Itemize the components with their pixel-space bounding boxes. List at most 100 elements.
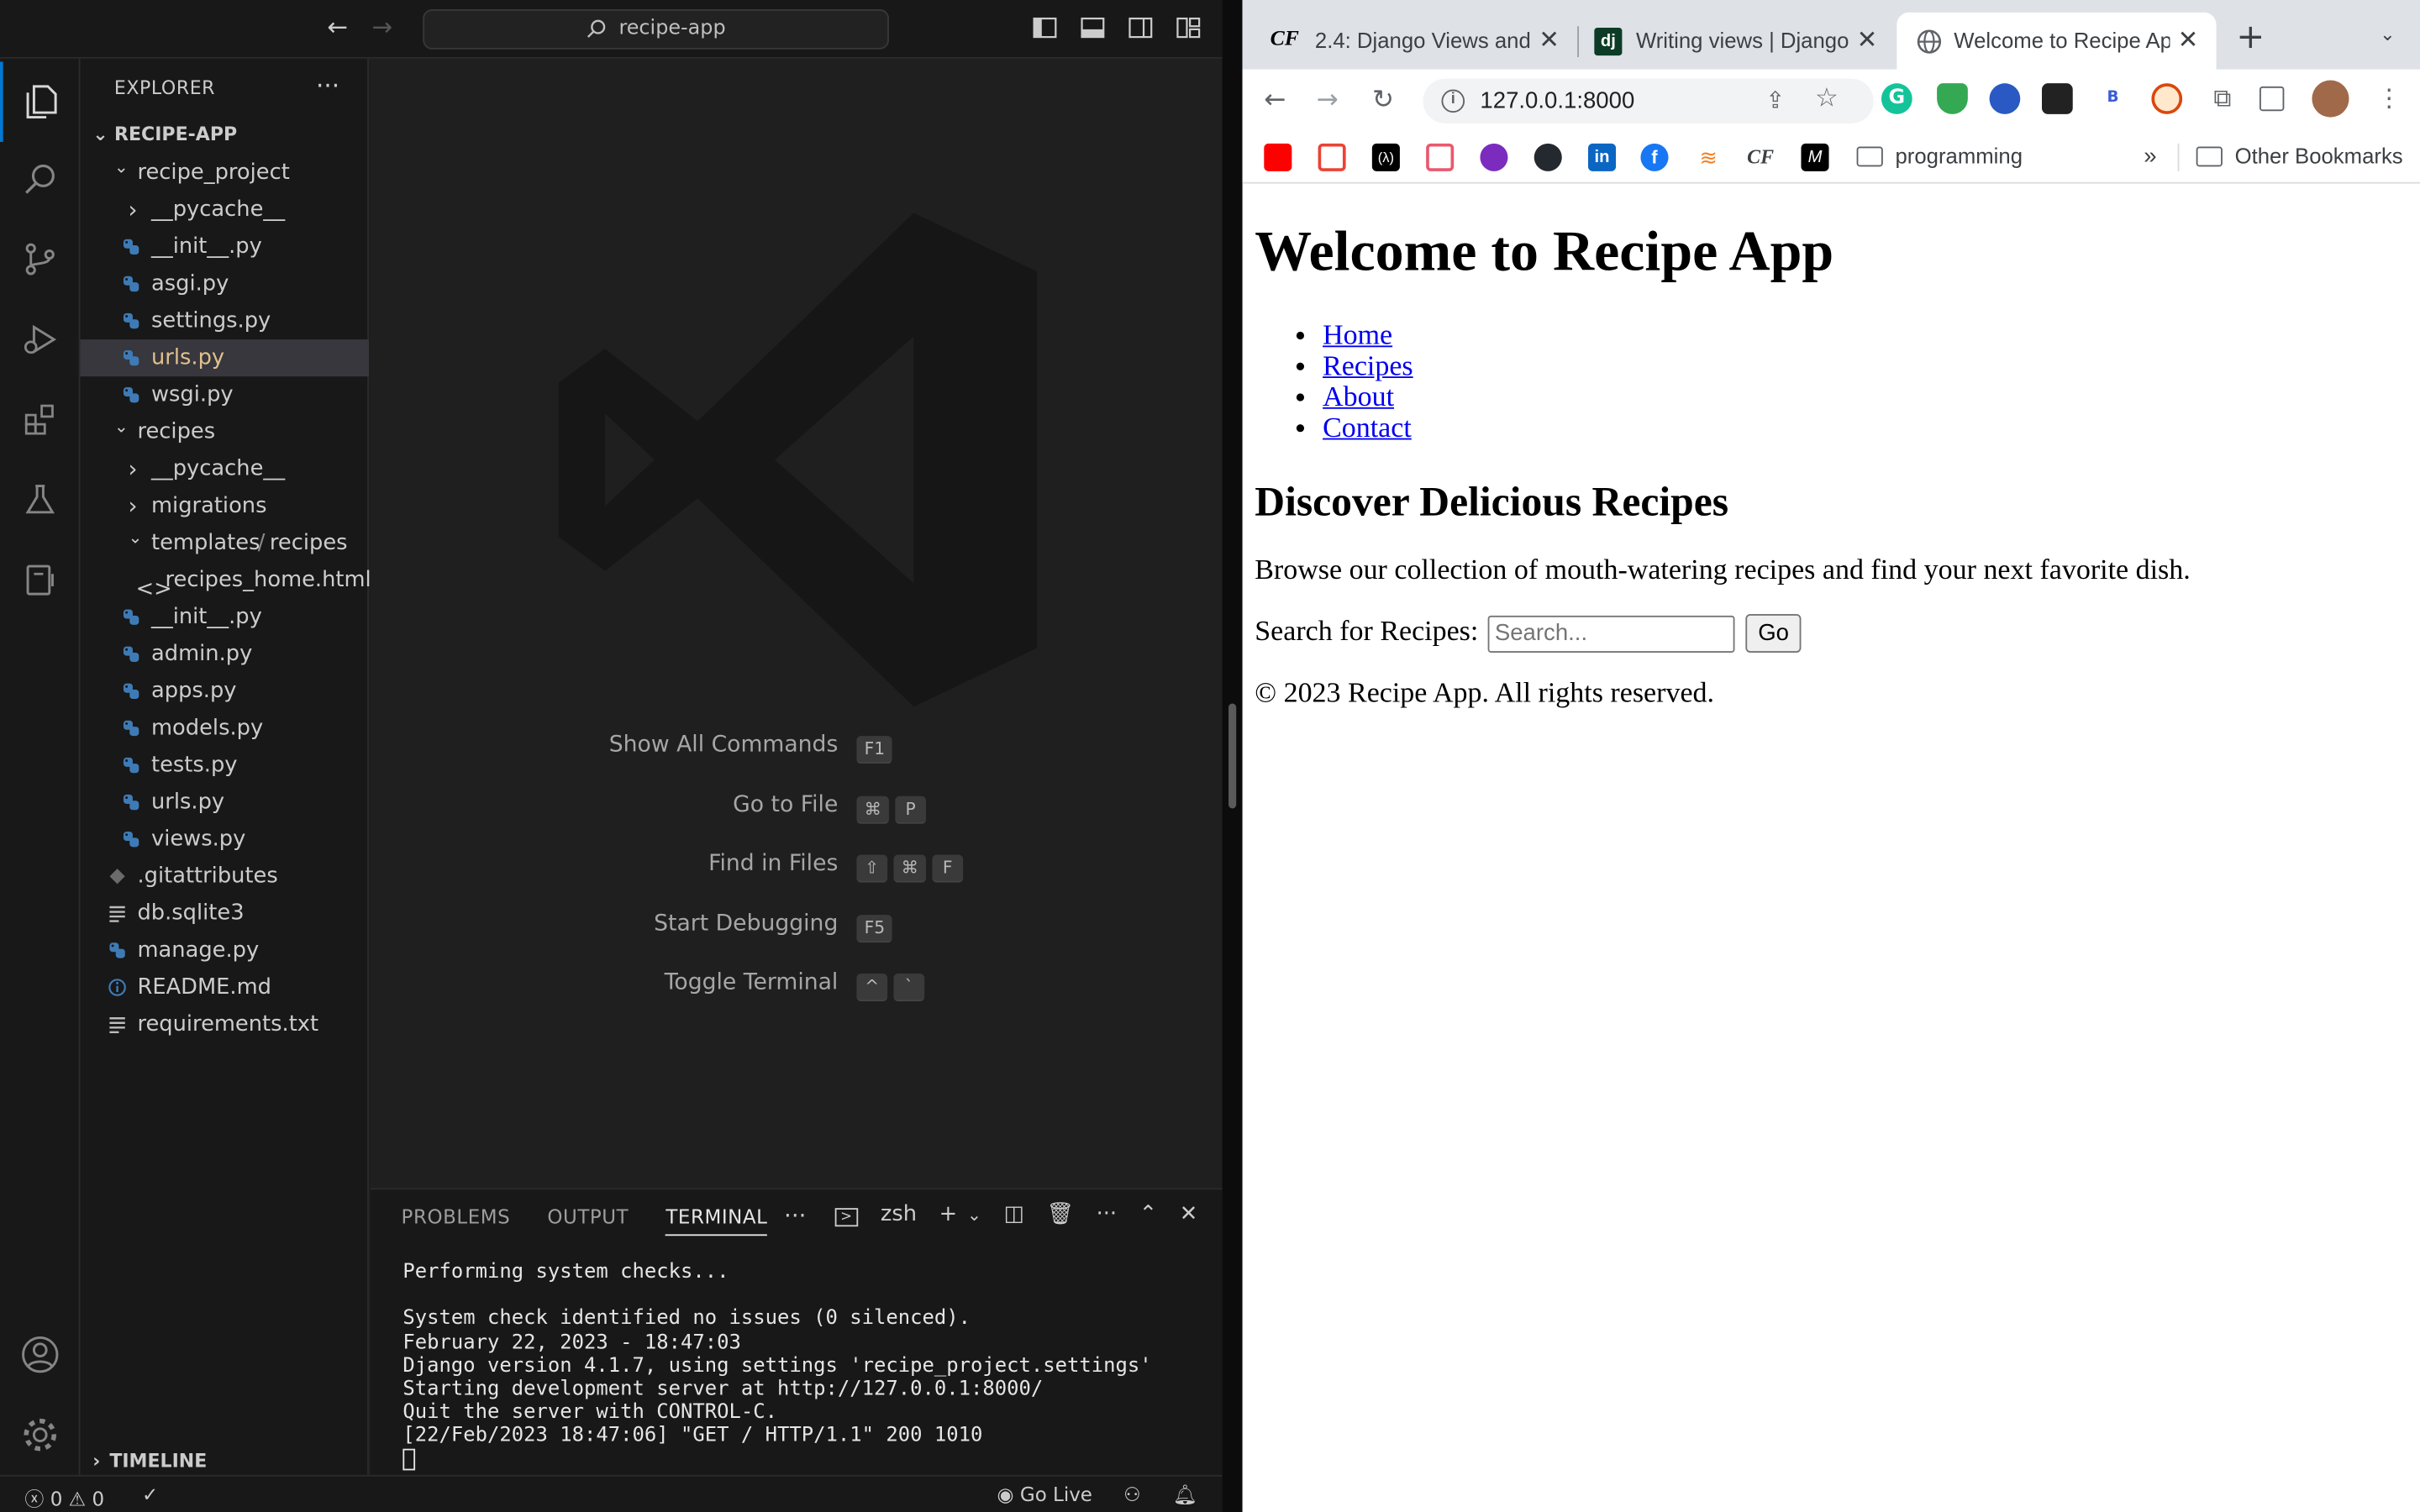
close-icon[interactable]: ✕ [1180, 1202, 1198, 1226]
bookmark-star-icon[interactable]: ☆ [1815, 83, 1839, 114]
cf-bookmark-icon[interactable]: CF [1747, 144, 1775, 171]
folder-item[interactable]: ⌄ recipe_project [81, 155, 369, 192]
b-extension-icon[interactable]: B [2097, 83, 2128, 114]
folder-item[interactable]: ⌄ recipes [81, 413, 369, 450]
back-arrow-icon[interactable]: ← [1264, 85, 1286, 116]
shortcut-item[interactable]: Start Debugging [371, 906, 839, 940]
split-terminal-icon[interactable]: ◫ [1004, 1202, 1024, 1226]
timeline-section[interactable]: › TIMELINE [92, 1451, 207, 1473]
accounts-icon[interactable] [0, 1315, 81, 1395]
file-item[interactable]: __init__.py [81, 228, 369, 265]
file-item[interactable]: urls.py [80, 339, 369, 377]
customize-layout-icon[interactable] [1176, 15, 1201, 39]
color-extension-icon[interactable] [1989, 83, 2021, 114]
shortcut-item[interactable]: Go to File [371, 788, 839, 822]
close-tab-icon[interactable]: ✕ [1857, 24, 1878, 55]
command-center-search[interactable]: recipe-app [423, 9, 889, 50]
panel-tab-problems[interactable]: PROBLEMS [402, 1205, 511, 1228]
side-panel-icon[interactable] [2259, 86, 2285, 112]
close-tab-icon[interactable]: ✕ [1539, 24, 1560, 55]
file-item[interactable]: settings.py [81, 302, 369, 339]
grammarly-extension-icon[interactable]: G [1881, 83, 1912, 114]
bell-icon[interactable]: 🔔︎ [1173, 1483, 1197, 1507]
github-bookmark-icon[interactable] [1534, 143, 1562, 171]
shortcut-item[interactable]: Toggle Terminal [371, 966, 839, 1000]
terminal-shell-selector[interactable]: > zsh [818, 1202, 917, 1227]
window-divider[interactable] [1222, 0, 1243, 1512]
facebook-bookmark-icon[interactable]: f [1640, 143, 1669, 171]
ellipsis-icon[interactable]: ··· [1097, 1202, 1118, 1226]
testing-flask-icon[interactable] [0, 459, 81, 540]
forward-arrow-icon[interactable]: → [1317, 85, 1339, 116]
new-tab-icon[interactable]: + [2236, 18, 2265, 57]
file-item[interactable]: apps.py [81, 673, 369, 710]
toggle-secondary-sidebar-icon[interactable] [1128, 15, 1153, 39]
site-info-icon[interactable]: i [1441, 89, 1465, 113]
bookmarks-overflow-icon[interactable]: » [2144, 144, 2156, 170]
lambda-bookmark-icon[interactable]: (λ) [1371, 143, 1400, 171]
puzzle-extensions-icon[interactable]: ⧉ [2207, 83, 2238, 114]
panel-tab-terminal[interactable]: TERMINAL [666, 1205, 768, 1236]
linkedin-bookmark-icon[interactable]: in [1588, 143, 1617, 171]
trash-icon[interactable]: 🗑︎ [1046, 1202, 1074, 1226]
nav-link-about[interactable]: About [1323, 383, 1394, 414]
source-control-icon[interactable] [0, 219, 81, 300]
reload-icon[interactable]: ↻ [1372, 85, 1394, 116]
file-item[interactable]: tests.py [81, 747, 369, 784]
terminal-output[interactable]: Performing system checks... System check … [402, 1261, 1152, 1472]
recipe-search-input[interactable] [1488, 614, 1736, 653]
openai-bookmark-icon[interactable] [1426, 143, 1455, 171]
tab-search-chevron-icon[interactable]: ⌄ [2380, 24, 2395, 45]
address-bar[interactable]: i 127.0.0.1:8000 ⇪ ☆ [1423, 78, 1874, 123]
check-icon[interactable]: ✓ [142, 1483, 158, 1506]
remote-explorer-icon[interactable] [0, 540, 81, 621]
extensions-icon[interactable] [0, 380, 81, 460]
nav-link-contact[interactable]: Contact [1323, 413, 1412, 444]
forward-arrow-icon[interactable]: → [372, 13, 393, 42]
go-live-button[interactable]: ◉ Go Live [997, 1483, 1092, 1506]
youtube-bookmark-icon[interactable] [1264, 143, 1292, 171]
folder-item[interactable]: ⌄ templates / recipes [81, 524, 369, 561]
programming-folder-bookmark[interactable]: programming [1856, 144, 2023, 168]
file-item[interactable]: db.sqlite3 [81, 895, 369, 932]
file-item[interactable]: models.py [81, 710, 369, 747]
close-tab-icon[interactable]: ✕ [2178, 24, 2199, 55]
m-bookmark-icon[interactable]: M [1801, 143, 1829, 171]
kebab-menu-icon[interactable]: ⋮ [2374, 83, 2405, 114]
other-bookmarks-folder[interactable]: Other Bookmarks [2196, 144, 2403, 168]
nav-link-home[interactable]: Home [1323, 321, 1392, 352]
file-item[interactable]: admin.py [81, 636, 369, 673]
shield-extension-icon[interactable] [1937, 83, 1968, 114]
share-icon[interactable]: ⇪ [1765, 87, 1785, 114]
avatar[interactable] [2312, 80, 2349, 118]
file-item[interactable]: urls.py [81, 784, 369, 821]
udemy-bookmark-icon[interactable] [1480, 143, 1508, 171]
manage-gear-icon[interactable] [0, 1394, 81, 1475]
more-actions-icon[interactable]: ··· [316, 71, 339, 100]
maximize-panel-icon[interactable]: ⌃ [1139, 1202, 1158, 1226]
browser-tab-1[interactable]: CF 2.4: Django Views and ✕ [1243, 13, 1575, 70]
chevron-down-icon[interactable]: ⌄ [967, 1205, 981, 1225]
scrollbar-handle[interactable] [1228, 703, 1237, 809]
workspace-root[interactable]: ⌄ RECIPE-APP [92, 123, 237, 145]
stackoverflow-bookmark-icon[interactable]: ≋ [1695, 144, 1723, 171]
toggle-panel-icon[interactable] [1080, 15, 1105, 39]
panel-tab-output[interactable]: OUTPUT [547, 1205, 629, 1228]
gmail-bookmark-icon[interactable] [1318, 143, 1346, 171]
file-item[interactable]: __init__.py [81, 599, 369, 636]
bug-extension-icon[interactable] [2042, 83, 2073, 114]
nav-link-recipes[interactable]: Recipes [1323, 352, 1413, 383]
folder-item[interactable]: › migrations [81, 487, 369, 524]
back-arrow-icon[interactable]: ← [327, 13, 348, 42]
file-item[interactable]: requirements.txt [81, 1006, 369, 1043]
folder-item[interactable]: › __pycache__ [81, 192, 369, 228]
browser-tab-3-active[interactable]: Welcome to Recipe Ap ✕ [1897, 12, 2217, 70]
new-terminal-icon[interactable]: + [939, 1202, 958, 1226]
folder-item[interactable]: › __pycache__ [81, 450, 369, 487]
file-item[interactable]: .gitattributes [81, 858, 369, 895]
toggle-primary-sidebar-icon[interactable] [1032, 15, 1056, 39]
timer-extension-icon[interactable] [2151, 83, 2183, 114]
problems-status[interactable]: ⓧ 0 ⚠ 0 [24, 1483, 104, 1512]
run-debug-icon[interactable] [0, 299, 81, 380]
file-item[interactable]: manage.py [81, 932, 369, 969]
